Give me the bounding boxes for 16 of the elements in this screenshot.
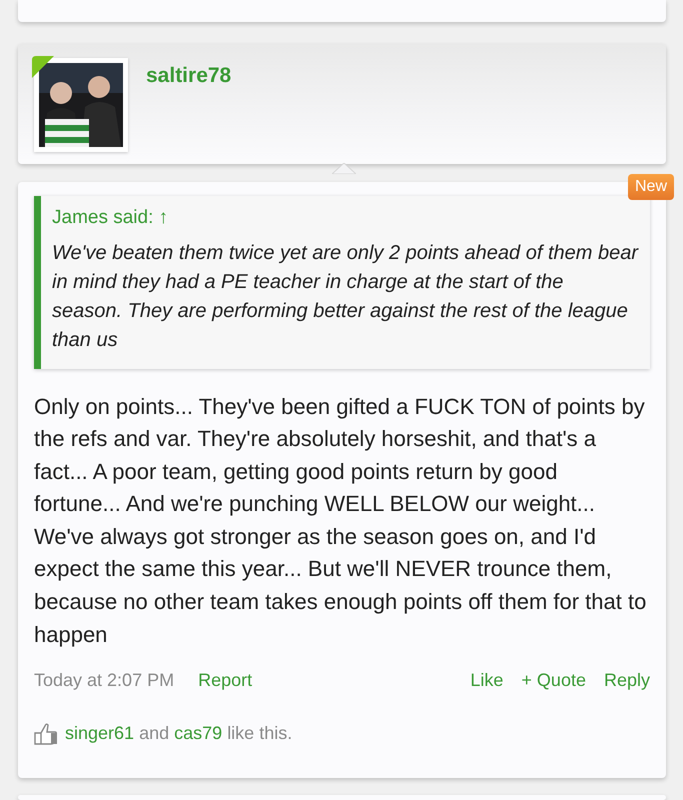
- post-action-link[interactable]: Reply: [604, 667, 650, 694]
- likes-summary: singer61 and cas79 like this.: [65, 722, 292, 746]
- post-action-link[interactable]: Report: [198, 667, 252, 694]
- liker-link[interactable]: singer61: [65, 723, 134, 744]
- post-action-link[interactable]: Like: [470, 667, 504, 694]
- quote-text: We've beaten them twice yet are only 2 points ahead of them bear in mind they had a PE teacher in charge at the start of the season. They are performing better against the rest of the league than us: [52, 240, 638, 352]
- thumbs-up-icon: [34, 722, 58, 745]
- post-time: Today at 2:07 PM: [34, 669, 174, 692]
- new-badge: New: [628, 174, 674, 200]
- liker-link[interactable]: cas79: [174, 723, 222, 744]
- corner-marker-icon: [32, 56, 54, 78]
- username-link[interactable]: saltire78: [146, 60, 232, 92]
- card-pointer-icon: [332, 163, 356, 174]
- quote-attribution-link[interactable]: James said: ↑: [52, 207, 168, 228]
- post-text: Only on points... They've been gifted a FUCK TON of points by the refs and var. They're absolutely horseshit, and that's a fact... A poor team, getting good points return by good fortune... And we're punching WELL BELOW our weight... We've always got stronger as the season goes on, and I'd expect the same this year... But we'll NEVER trounce them, because no other team takes enough points off them for that to happen: [34, 392, 648, 649]
- post-action-link[interactable]: + Quote: [521, 667, 586, 694]
